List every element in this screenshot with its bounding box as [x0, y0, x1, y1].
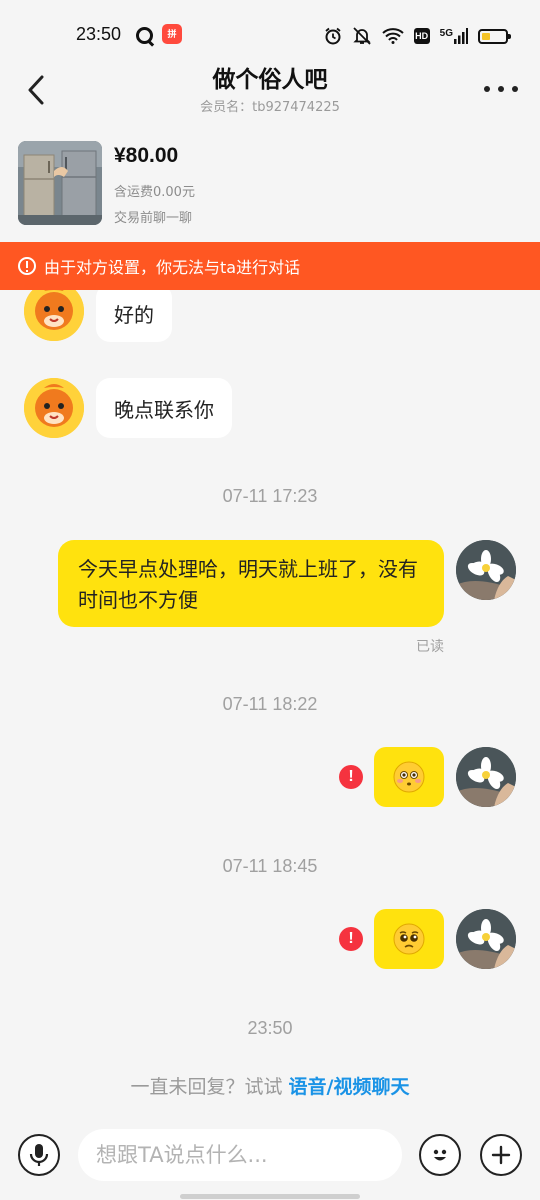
user-avatar[interactable]: [456, 540, 516, 600]
message-bubble-outgoing[interactable]: 今天早点处理哈，明天就上班了，没有时间也不方便: [58, 540, 444, 627]
voice-video-chat-link[interactable]: 语音/视频聊天: [289, 1076, 410, 1098]
seller-avatar[interactable]: [24, 290, 84, 341]
product-price: ¥80.00: [114, 144, 179, 167]
shopping-app-icon: 拼: [162, 24, 182, 44]
product-card[interactable]: ¥80.00 含运费0.00元 交易前聊一聊: [0, 130, 540, 242]
user-avatar[interactable]: [456, 747, 516, 807]
plus-icon: [491, 1145, 511, 1165]
message-list[interactable]: 好的 晚点联系你 07-11 17:23 今天早点处理哈，明天就上班了，没有时间…: [0, 290, 540, 1060]
microphone-icon: [29, 1144, 49, 1166]
status-icons: HD 5G: [324, 24, 511, 48]
product-image[interactable]: [18, 141, 102, 225]
message-timestamp: 07-11 18:22: [222, 694, 318, 714]
hd-icon: HD: [413, 28, 430, 44]
pleading-face-icon: [393, 923, 425, 955]
battery-icon: [478, 28, 511, 44]
message-timestamp: 07-11 17:23: [222, 486, 318, 506]
more-actions-button[interactable]: [480, 1134, 522, 1176]
message-bubble-emoji[interactable]: [374, 909, 444, 969]
message-bubble-incoming[interactable]: 好的: [96, 290, 172, 342]
message-input[interactable]: [78, 1129, 402, 1181]
voice-input-button[interactable]: [18, 1134, 60, 1176]
page-title: 做个俗人吧: [212, 67, 328, 93]
more-options-button[interactable]: [484, 82, 518, 96]
product-note: 交易前聊一聊: [114, 211, 193, 226]
header-title-block: 做个俗人吧 会员名：tb927474225: [120, 60, 420, 115]
chevron-left-icon: [28, 75, 44, 105]
smiley-icon: [433, 1149, 447, 1161]
warning-icon: [18, 257, 36, 275]
home-indicator[interactable]: [180, 1194, 360, 1199]
signal-icon: 5G: [440, 28, 468, 44]
alarm-icon: [325, 27, 341, 45]
wifi-icon: [381, 28, 404, 44]
dot-icon: [498, 86, 504, 92]
message-timestamp: 07-11 18:45: [222, 856, 318, 876]
dot-icon: [484, 86, 490, 92]
send-failed-icon[interactable]: !: [339, 927, 363, 951]
send-failed-icon[interactable]: !: [339, 765, 363, 789]
read-status: 已读: [416, 639, 444, 655]
dot-icon: [512, 86, 518, 92]
back-button[interactable]: [22, 72, 52, 108]
restriction-banner: 由于对方设置，你无法与ta进行对话: [0, 242, 540, 290]
chat-header: 做个俗人吧 会员名：tb927474225: [0, 56, 540, 126]
banner-text: 由于对方设置，你无法与ta进行对话: [44, 258, 301, 277]
reply-hint: 一直未回复？试试 语音/视频聊天: [0, 1072, 540, 1099]
message-bubble-incoming[interactable]: 晚点联系你: [96, 378, 232, 438]
message-timestamp: 23:50: [247, 1018, 293, 1038]
member-name: 会员名：tb927474225: [200, 100, 340, 115]
status-bar: 23:50 拼 HD 5G: [0, 0, 540, 56]
mute-icon: [352, 27, 371, 45]
status-time: 23:50: [76, 24, 122, 44]
flushed-face-icon: [393, 761, 425, 793]
message-bubble-emoji[interactable]: [374, 747, 444, 807]
hint-text: 一直未回复？试试: [130, 1076, 289, 1098]
browser-app-icon: [136, 27, 153, 44]
network-type: 5G: [439, 28, 453, 39]
seller-avatar[interactable]: [24, 378, 84, 438]
emoji-button[interactable]: [419, 1134, 461, 1176]
input-bar: [0, 1120, 540, 1200]
user-avatar[interactable]: [456, 909, 516, 969]
product-shipping: 含运费0.00元: [114, 185, 195, 200]
